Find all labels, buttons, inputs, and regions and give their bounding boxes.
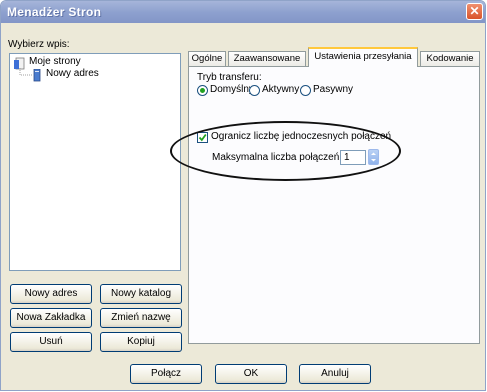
site-manager-window: Menadżer Stron ✕ Wybierz wpis: Moje stro… bbox=[0, 0, 486, 391]
tab-charset[interactable]: Kodowanie bbox=[420, 51, 480, 66]
radio-button bbox=[300, 85, 311, 96]
cancel-button[interactable]: Anuluj bbox=[299, 364, 371, 384]
radio-button bbox=[249, 85, 260, 96]
new-bookmark-button[interactable]: Nowa Zakładka bbox=[10, 308, 92, 328]
tab-transfer-settings[interactable]: Ustawienia przesyłania bbox=[308, 47, 418, 67]
tree-root-label: Moje strony bbox=[29, 56, 81, 67]
title-bar[interactable]: Menadżer Stron ✕ bbox=[1, 1, 485, 23]
server-icon bbox=[33, 69, 41, 82]
mode-active-label: Aktywny bbox=[262, 84, 300, 95]
transfer-settings-panel bbox=[188, 66, 480, 344]
radio-button bbox=[197, 85, 208, 96]
annotation-ellipse bbox=[170, 121, 401, 181]
close-button[interactable]: ✕ bbox=[466, 3, 483, 20]
ok-button[interactable]: OK bbox=[215, 364, 287, 384]
new-folder-button[interactable]: Nowy katalog bbox=[100, 284, 182, 304]
mode-passive-label: Pasywny bbox=[313, 84, 354, 95]
tree-child-label: Nowy adres bbox=[46, 68, 99, 79]
window-title: Menadżer Stron bbox=[7, 5, 102, 19]
tab-general[interactable]: Ogólne bbox=[188, 51, 226, 66]
new-site-button[interactable]: Nowy adres bbox=[10, 284, 92, 304]
transfer-mode-label: Tryb transferu: bbox=[197, 72, 262, 83]
tab-advanced[interactable]: Zaawansowane bbox=[228, 51, 306, 66]
select-entry-label: Wybierz wpis: bbox=[8, 39, 70, 50]
rename-button[interactable]: Zmień nazwę bbox=[100, 308, 182, 328]
copy-button[interactable]: Kopiuj bbox=[100, 332, 182, 352]
site-tree[interactable]: Moje strony Nowy adres bbox=[9, 53, 181, 271]
close-icon: ✕ bbox=[469, 4, 480, 18]
delete-button[interactable]: Usuń bbox=[10, 332, 92, 352]
tree-connector bbox=[19, 68, 32, 76]
connect-button[interactable]: Połącz bbox=[130, 364, 202, 384]
mode-default-label: Domyślny bbox=[210, 84, 254, 95]
